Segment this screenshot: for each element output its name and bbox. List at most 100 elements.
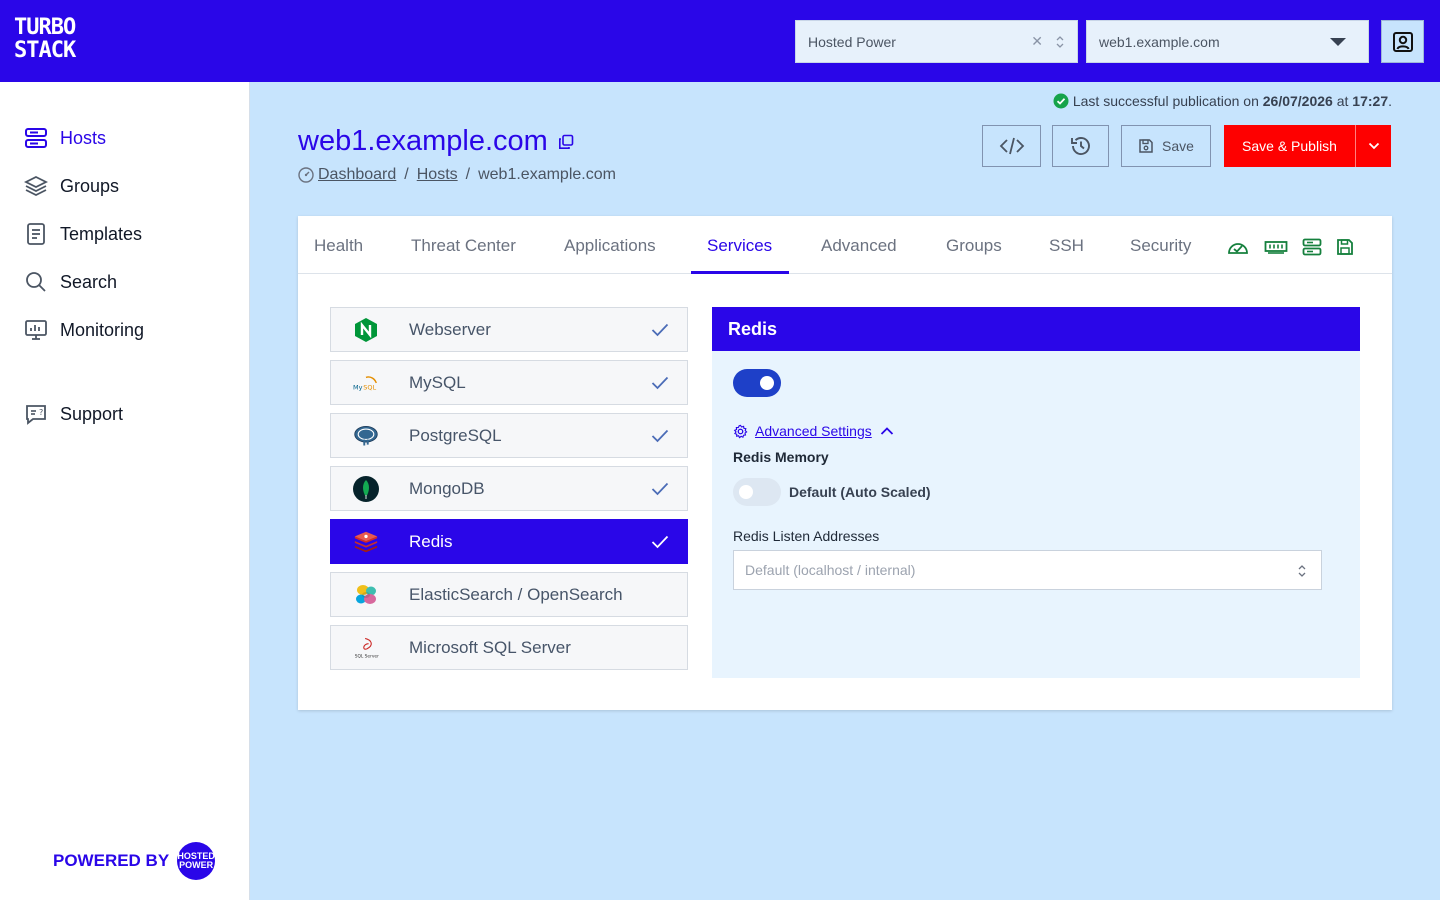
mysql-icon: My SQL xyxy=(353,370,379,396)
service-label: MySQL xyxy=(409,372,466,392)
floppy-disk-icon xyxy=(1139,139,1153,153)
tab-applications[interactable]: Applications xyxy=(564,236,656,256)
chevron-up-icon xyxy=(880,427,893,435)
service-label: PostgreSQL xyxy=(409,425,502,445)
publish-options-dropdown[interactable] xyxy=(1355,125,1391,167)
page-title: web1.example.com xyxy=(298,125,574,158)
svg-text:SQL Server: SQL Server xyxy=(355,653,379,659)
sidebar-item-label: Templates xyxy=(60,223,143,244)
tab-health[interactable]: Health xyxy=(314,236,363,256)
host-card: Health Threat Center Applications Servic… xyxy=(298,216,1392,710)
tab-advanced[interactable]: Advanced xyxy=(821,236,897,256)
user-account-button[interactable] xyxy=(1381,20,1424,63)
clear-icon[interactable]: ✕ xyxy=(1031,33,1043,50)
breadcrumb: Dashboard / Hosts / web1.example.com xyxy=(298,166,616,184)
advanced-settings-toggle[interactable]: Advanced Settings xyxy=(733,423,894,439)
sidebar-item-groups[interactable]: Groups xyxy=(24,172,119,200)
server-icon xyxy=(25,128,47,148)
sidebar-item-support[interactable]: ? Support xyxy=(24,400,123,428)
save-button[interactable]: Save xyxy=(1121,125,1211,167)
svg-text:My: My xyxy=(353,383,363,391)
elasticsearch-icon xyxy=(353,582,379,608)
redis-listen-placeholder: Default (localhost / internal) xyxy=(745,562,916,578)
sqlserver-icon: SQL Server xyxy=(353,635,379,661)
service-item-webserver[interactable]: Webserver xyxy=(330,307,688,352)
service-item-redis[interactable]: Redis xyxy=(330,519,688,564)
service-item-elasticsearch[interactable]: ElasticSearch / OpenSearch xyxy=(330,572,688,617)
status-time: 17:27 xyxy=(1352,93,1389,109)
tab-groups[interactable]: Groups xyxy=(946,236,1002,256)
host-select-value: web1.example.com xyxy=(1099,33,1220,50)
save-button-label: Save xyxy=(1162,138,1194,154)
sidebar-item-label: Monitoring xyxy=(60,319,145,340)
chevron-down-icon xyxy=(1368,142,1379,150)
service-item-sqlserver[interactable]: SQL Server Microsoft SQL Server xyxy=(330,625,688,670)
copy-icon[interactable] xyxy=(558,134,574,150)
search-icon xyxy=(26,272,46,292)
check-icon xyxy=(651,323,669,336)
check-circle-icon xyxy=(1053,93,1069,109)
tab-services[interactable]: Services xyxy=(707,236,772,256)
memory-icon[interactable] xyxy=(1264,238,1288,256)
breadcrumb-dashboard-link[interactable]: Dashboard xyxy=(318,166,396,184)
publish-button-label: Save & Publish xyxy=(1242,138,1337,154)
service-item-mongodb[interactable]: MongoDB xyxy=(330,466,688,511)
advanced-settings-label: Advanced Settings xyxy=(755,423,872,439)
sidebar-item-monitoring[interactable]: Monitoring xyxy=(24,316,144,344)
owner-select-value: Hosted Power xyxy=(808,33,896,50)
caret-down-icon xyxy=(1330,37,1346,46)
check-icon xyxy=(651,535,669,548)
user-icon xyxy=(1392,31,1413,52)
status-mid: at xyxy=(1332,93,1353,109)
owner-select[interactable]: Hosted Power ✕ xyxy=(795,20,1078,63)
sidebar: Hosts Groups Templates Search Monitoring… xyxy=(0,82,250,900)
gauge-icon[interactable] xyxy=(1227,238,1249,256)
service-detail-title: Redis xyxy=(712,307,1360,351)
status-prefix: Last successful publication on xyxy=(1072,93,1263,109)
tab-ssh[interactable]: SSH xyxy=(1049,236,1084,256)
status-suffix: . xyxy=(1388,93,1392,109)
top-bar: TURBO STACK Hosted Power ✕ web1.example.… xyxy=(0,0,1440,82)
svg-text:?: ? xyxy=(39,408,43,417)
redis-memory-toggle[interactable] xyxy=(733,478,781,506)
service-detail-panel: Redis Advanced Settings Redis Memory Def… xyxy=(712,307,1360,678)
sidebar-item-templates[interactable]: Templates xyxy=(24,220,142,248)
redis-listen-label: Redis Listen Addresses xyxy=(733,528,880,544)
service-enabled-toggle[interactable] xyxy=(733,369,781,397)
service-item-postgresql[interactable]: PostgreSQL xyxy=(330,413,688,458)
tab-bar: Health Threat Center Applications Servic… xyxy=(298,216,1392,274)
hosted-power-logo-line-2: POWER xyxy=(179,860,214,870)
logo-line-2: STACK xyxy=(14,38,76,63)
host-select[interactable]: web1.example.com xyxy=(1086,20,1369,63)
breadcrumb-hosts-link[interactable]: Hosts xyxy=(417,166,458,184)
sidebar-item-label: Search xyxy=(60,271,118,292)
history-button[interactable] xyxy=(1052,125,1109,167)
sidebar-item-hosts[interactable]: Hosts xyxy=(24,124,106,152)
tab-security[interactable]: Security xyxy=(1130,236,1191,256)
tab-threat-center[interactable]: Threat Center xyxy=(411,236,516,256)
code-icon xyxy=(999,137,1024,155)
publication-status: Last successful publication on 26/07/202… xyxy=(1053,93,1392,109)
service-label: MongoDB xyxy=(409,478,485,498)
history-icon xyxy=(1070,137,1090,155)
redis-memory-label: Redis Memory xyxy=(733,449,829,465)
view-code-button[interactable] xyxy=(982,125,1041,167)
powered-by[interactable]: POWERED BY HOSTED POWER xyxy=(53,842,216,880)
sidebar-item-label: Groups xyxy=(60,175,120,196)
sidebar-item-search[interactable]: Search xyxy=(24,268,117,296)
gear-icon xyxy=(733,424,748,438)
sidebar-item-label: Support xyxy=(60,403,124,424)
chat-support-icon: ? xyxy=(26,405,46,425)
check-icon xyxy=(651,482,669,495)
floppy-disk-icon[interactable] xyxy=(1336,238,1354,256)
layers-icon xyxy=(24,175,48,197)
turbostack-logo[interactable]: TURBO STACK xyxy=(14,16,76,66)
powered-by-label: POWERED BY xyxy=(53,851,170,870)
service-label: Redis xyxy=(409,531,453,551)
service-item-mysql[interactable]: My SQL MySQL xyxy=(330,360,688,405)
status-date: 26/07/2026 xyxy=(1262,93,1333,109)
redis-icon xyxy=(353,529,379,555)
save-and-publish-button[interactable]: Save & Publish xyxy=(1224,125,1355,167)
redis-listen-select[interactable]: Default (localhost / internal) xyxy=(733,550,1322,590)
server-stack-icon[interactable] xyxy=(1302,238,1322,256)
